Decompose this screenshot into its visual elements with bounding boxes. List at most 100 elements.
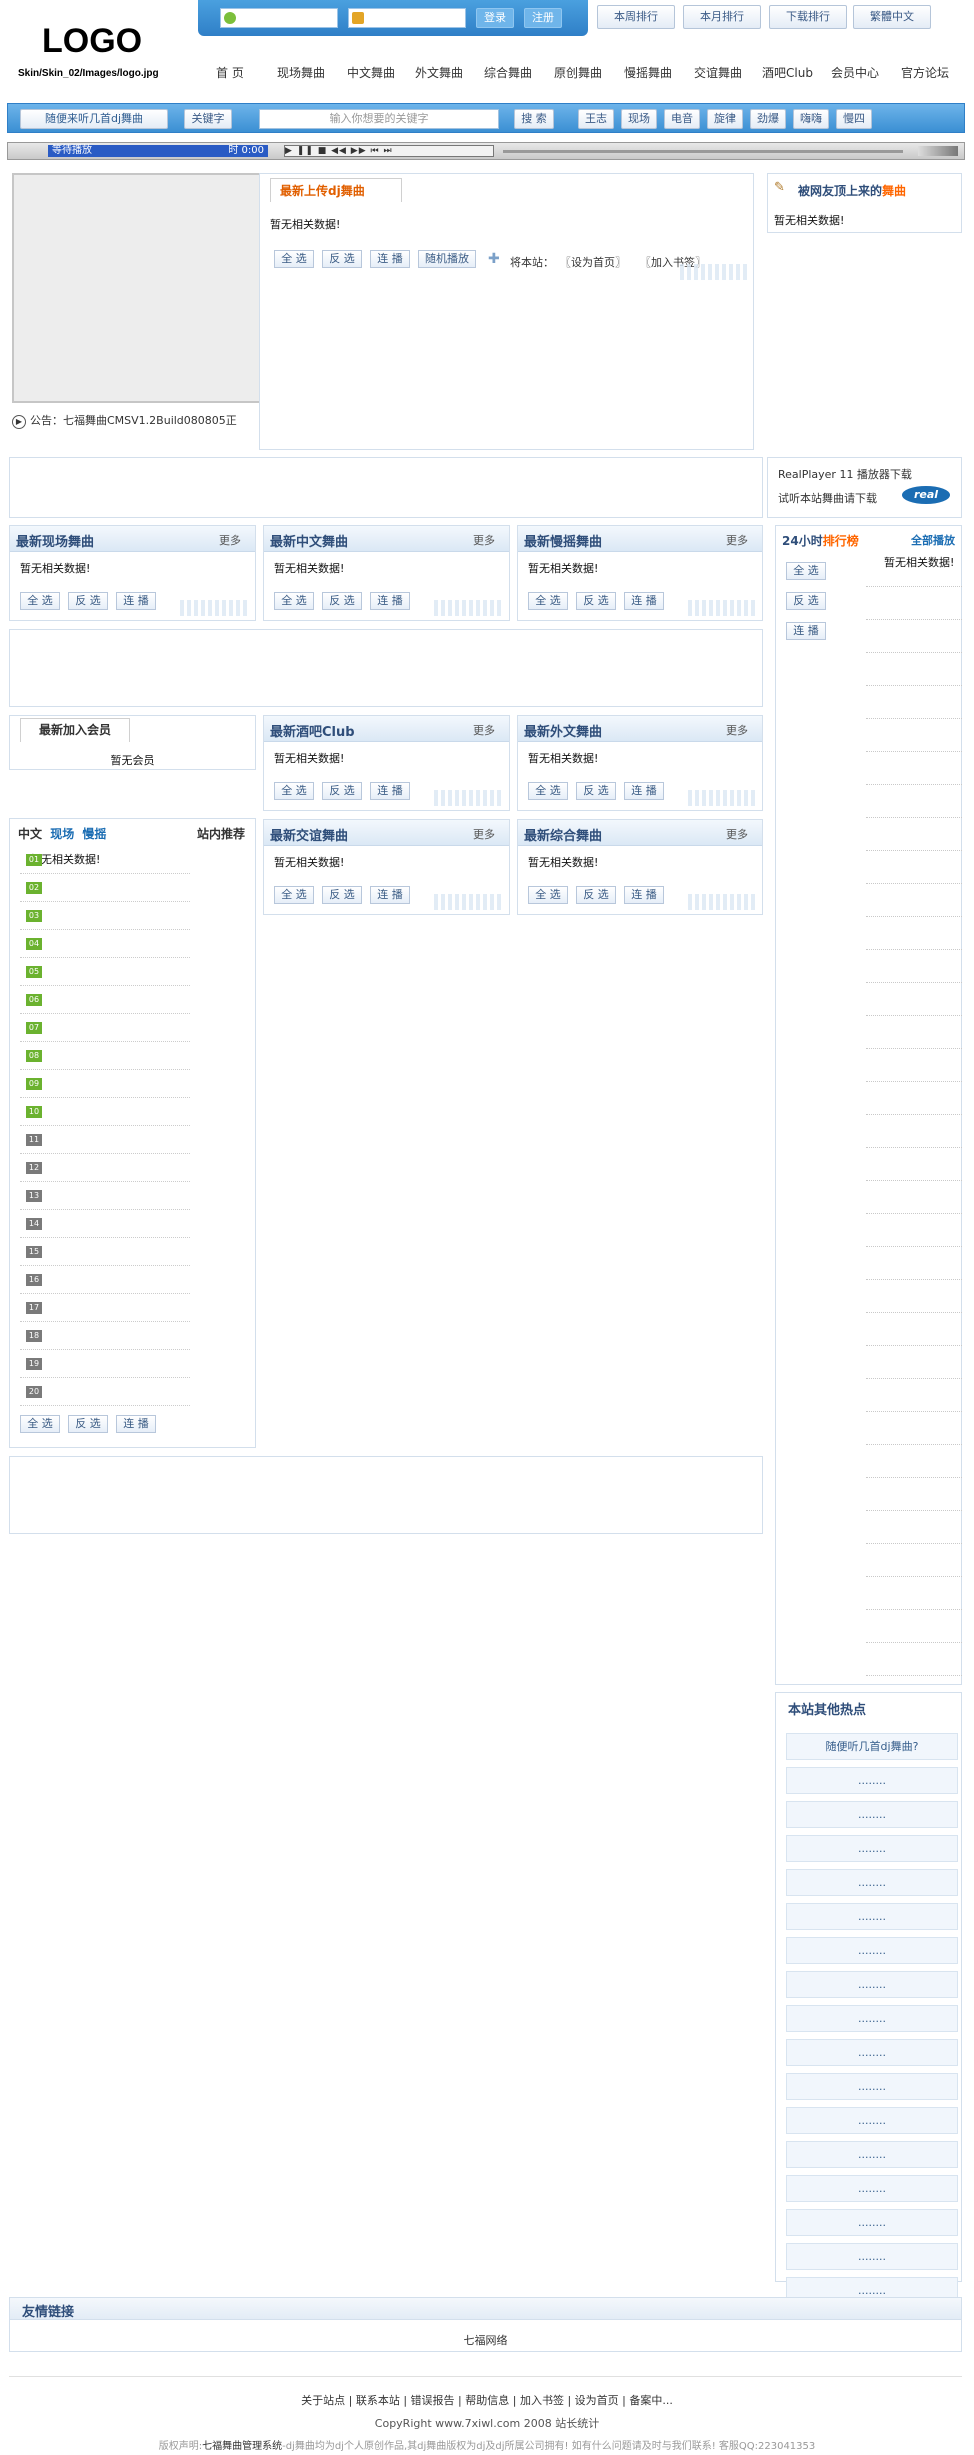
set-homepage-link[interactable]: 〖设为首页〗: [560, 254, 626, 270]
cat-box-club-more[interactable]: 更多: [473, 722, 495, 738]
cat-box-foreign-invert[interactable]: 反 选: [576, 782, 616, 800]
hot-link-item[interactable]: ........: [786, 1869, 958, 1896]
nav-slow[interactable]: 慢摇舞曲: [624, 64, 672, 81]
top-link-month[interactable]: 本月排行: [683, 5, 761, 29]
player-volume[interactable]: [918, 146, 958, 156]
latest-select-all[interactable]: 全 选: [274, 250, 314, 268]
random-play-button[interactable]: 随便来听几首dj舞曲: [20, 109, 168, 129]
tag-hardcore[interactable]: 劲爆: [750, 109, 786, 129]
recommend-row[interactable]: 02: [20, 875, 190, 902]
register-button[interactable]: 注册: [524, 8, 562, 28]
cat-box-chinese-more[interactable]: 更多: [473, 532, 495, 548]
hot-link-item[interactable]: ........: [786, 2243, 958, 2270]
recommend-row[interactable]: 18: [20, 1323, 190, 1350]
friend-link-item[interactable]: 七福网络: [10, 2332, 961, 2348]
nav-foreign[interactable]: 外文舞曲: [415, 64, 463, 81]
cat-box-club-invert[interactable]: 反 选: [322, 782, 362, 800]
recommend-invert[interactable]: 反 选: [68, 1415, 108, 1433]
rank24-select-all[interactable]: 全 选: [786, 562, 826, 580]
search-input[interactable]: 输入你想要的关键字: [259, 109, 499, 129]
rank24-play-all[interactable]: 全部播放: [911, 532, 955, 548]
recommend-tab-slow[interactable]: 慢摇: [82, 827, 106, 841]
recommend-row[interactable]: 07: [20, 1015, 190, 1042]
top-link-week[interactable]: 本周排行: [597, 5, 675, 29]
cat-box-club-select-all[interactable]: 全 选: [274, 782, 314, 800]
recommend-row[interactable]: 14: [20, 1211, 190, 1238]
cat-box-slow-select-all[interactable]: 全 选: [528, 592, 568, 610]
cat-box-mixed-more[interactable]: 更多: [726, 826, 748, 842]
rank24-invert[interactable]: 反 选: [786, 592, 826, 610]
recommend-row[interactable]: 16: [20, 1267, 190, 1294]
footer-link-about[interactable]: 关于站点: [301, 2394, 345, 2407]
footer-link-homepage[interactable]: 设为首页: [575, 2394, 619, 2407]
nav-original[interactable]: 原创舞曲: [554, 64, 602, 81]
recommend-row[interactable]: 09: [20, 1071, 190, 1098]
real-logo[interactable]: real: [902, 486, 950, 504]
cat-box-mixed-invert[interactable]: 反 选: [576, 886, 616, 904]
top-link-traditional[interactable]: 繁體中文: [853, 5, 931, 29]
cat-box-ballroom-more[interactable]: 更多: [473, 826, 495, 842]
nav-live[interactable]: 现场舞曲: [277, 64, 325, 81]
cat-box-slow-more[interactable]: 更多: [726, 532, 748, 548]
hot-link-item[interactable]: ........: [786, 2175, 958, 2202]
username-input[interactable]: [220, 8, 338, 28]
nav-mixed[interactable]: 综合舞曲: [484, 64, 532, 81]
tag-melody[interactable]: 旋律: [707, 109, 743, 129]
hot-link-random[interactable]: 随便听几首dj舞曲?: [786, 1733, 958, 1760]
nav-member[interactable]: 会员中心: [831, 64, 879, 81]
nav-ballroom[interactable]: 交谊舞曲: [694, 64, 742, 81]
player-seekbar[interactable]: [503, 150, 903, 153]
recommend-row[interactable]: 08: [20, 1043, 190, 1070]
cat-box-mixed-play[interactable]: 连 播: [624, 886, 664, 904]
nav-home[interactable]: 首 页: [216, 64, 244, 81]
password-input[interactable]: [348, 8, 466, 28]
hot-link-item[interactable]: ........: [786, 1835, 958, 1862]
cat-box-chinese-invert[interactable]: 反 选: [322, 592, 362, 610]
recommend-select-all[interactable]: 全 选: [20, 1415, 60, 1433]
cat-box-live-more[interactable]: 更多: [219, 532, 241, 548]
rank24-play[interactable]: 连 播: [786, 622, 826, 640]
video-frame[interactable]: [12, 173, 264, 403]
hot-link-item[interactable]: ........: [786, 2209, 958, 2236]
cat-box-chinese-select-all[interactable]: 全 选: [274, 592, 314, 610]
hot-link-item[interactable]: ........: [786, 2073, 958, 2100]
cat-box-mixed-select-all[interactable]: 全 选: [528, 886, 568, 904]
cat-box-chinese-play[interactable]: 连 播: [370, 592, 410, 610]
recommend-row[interactable]: 01: [20, 847, 190, 874]
cat-box-live-invert[interactable]: 反 选: [68, 592, 108, 610]
footer-link-report[interactable]: 错误报告: [411, 2394, 455, 2407]
nav-chinese[interactable]: 中文舞曲: [347, 64, 395, 81]
tag-live[interactable]: 现场: [621, 109, 657, 129]
search-button[interactable]: 搜 索: [514, 109, 554, 129]
realplayer-download-link[interactable]: RealPlayer 11 播放器下载: [778, 466, 912, 482]
nav-forum[interactable]: 官方论坛: [901, 64, 949, 81]
hot-link-item[interactable]: ........: [786, 2141, 958, 2168]
login-button[interactable]: 登录: [476, 8, 514, 28]
cat-box-foreign-select-all[interactable]: 全 选: [528, 782, 568, 800]
recommend-row[interactable]: 17: [20, 1295, 190, 1322]
top-link-download[interactable]: 下载排行: [769, 5, 847, 29]
footer-link-help[interactable]: 帮助信息: [465, 2394, 509, 2407]
latest-invert[interactable]: 反 选: [322, 250, 362, 268]
recommend-row[interactable]: 12: [20, 1155, 190, 1182]
hot-link-item[interactable]: ........: [786, 2039, 958, 2066]
tag-slow-four[interactable]: 慢四: [836, 109, 872, 129]
latest-random-play[interactable]: 随机播放: [418, 250, 476, 268]
recommend-row[interactable]: 15: [20, 1239, 190, 1266]
hot-link-item[interactable]: ........: [786, 1937, 958, 1964]
recommend-row[interactable]: 05: [20, 959, 190, 986]
hot-link-item[interactable]: ........: [786, 1903, 958, 1930]
recommend-tab-live[interactable]: 现场: [50, 827, 74, 841]
cat-box-slow-invert[interactable]: 反 选: [576, 592, 616, 610]
footer-link-bookmark[interactable]: 加入书签: [520, 2394, 564, 2407]
cat-box-ballroom-select-all[interactable]: 全 选: [274, 886, 314, 904]
recommend-row[interactable]: 13: [20, 1183, 190, 1210]
player-controls[interactable]: ▶ ❚❚ ■ ◀◀ ▶▶ ⏮ ⏭: [284, 145, 494, 157]
footer-link-contact[interactable]: 联系本站: [356, 2394, 400, 2407]
footer-link-icp[interactable]: 备案中...: [629, 2394, 673, 2407]
hot-link-item[interactable]: ........: [786, 1801, 958, 1828]
latest-play-continuous[interactable]: 连 播: [370, 250, 410, 268]
footer-disclaimer-name[interactable]: 七福舞曲管理系统: [202, 2441, 282, 2452]
recommend-row[interactable]: 04: [20, 931, 190, 958]
cat-box-foreign-more[interactable]: 更多: [726, 722, 748, 738]
